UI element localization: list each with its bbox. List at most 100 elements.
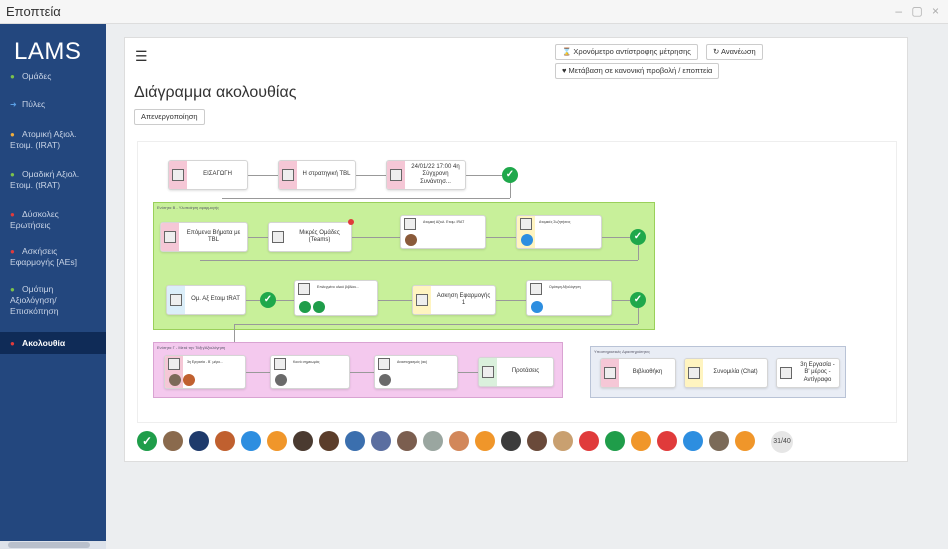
learner-count[interactable]: 31/40 <box>771 431 793 453</box>
learner-avatar[interactable] <box>527 431 547 451</box>
document-icon <box>172 169 184 181</box>
refresh-button[interactable]: ↻ Ανανέωση <box>706 44 763 60</box>
activity-intro[interactable]: ΕΙΣΑΓΩΓΗ <box>168 160 248 190</box>
main-area: ☰ ⌛ Χρονόμετρο αντίστροφης μέτρησης ↻ Αν… <box>106 24 948 549</box>
learner-avatar[interactable] <box>313 301 325 313</box>
zone-label: Ενότητα Β - Υλοποίηση εφαρμογής <box>157 205 220 210</box>
flow-arrow <box>378 300 412 301</box>
window-titlebar: Εποπτεία – ▢ × <box>0 0 948 24</box>
learner-avatar[interactable] <box>169 374 181 386</box>
learner-avatar[interactable] <box>319 431 339 451</box>
sidebar-item-application-exercises[interactable]: ● Ασκήσεις Εφαρμογής [AEs] <box>0 246 106 268</box>
countdown-timer-button[interactable]: ⌛ Χρονόμετρο αντίστροφης μέτρησης <box>555 44 698 60</box>
learners-bar: ✓ 31/40 <box>137 431 897 455</box>
activity-irat[interactable]: Ατομική Αξιολ. Ετοιμ. IRAT <box>400 215 486 249</box>
learner-avatar[interactable] <box>709 431 729 451</box>
activity-4th-meeting[interactable]: 24/01/22 17:00 4η Σύγχρονη Συνάντησ... <box>386 160 466 190</box>
gate-open-icon[interactable]: ✓ <box>502 167 518 183</box>
activity-label: Ασκηση Εφαρμογής 1 <box>436 292 491 307</box>
sidebar-item-difficult-questions[interactable]: ● Δύσκολες Ερωτήσεις <box>0 209 106 231</box>
activity-peer-review[interactable]: Ομότιμη Αξιολόγηση <box>526 280 612 316</box>
activity-label: Επιλεγμένο υλικό βιβλίου... <box>317 285 360 289</box>
learner-avatar[interactable] <box>521 234 533 246</box>
learner-avatar[interactable] <box>657 431 677 451</box>
document-icon <box>164 231 176 243</box>
learner-avatar[interactable] <box>189 431 209 451</box>
learner-avatar[interactable] <box>267 431 287 451</box>
sidebar-item-trat[interactable]: ● Ομαδική Αξιολ. Ετοιμ. (tRAT) <box>0 169 106 191</box>
switch-view-button[interactable]: ♥ Μετάβαση σε κανονική προβολή / εποπτεί… <box>555 63 720 79</box>
activity-book-material[interactable]: Επιλεγμένο υλικό βιβλίου... <box>294 280 378 316</box>
learner-avatar[interactable] <box>405 234 417 246</box>
learner-avatar[interactable] <box>215 431 235 451</box>
learner-avatar[interactable] <box>605 431 625 451</box>
sidebar-item-irat[interactable]: ● Ατομική Αξιολ. Ετοιμ. (IRAT) <box>0 129 106 151</box>
learner-avatar[interactable] <box>631 431 651 451</box>
learner-avatar[interactable] <box>183 374 195 386</box>
activity-assignment-copy[interactable]: 3η Εργασία - Β' μέρος - Αντίγραφο <box>776 358 840 388</box>
sidebar-item-peer-review[interactable]: ● Ομότιμη Αξιολόγηση/ Επισκόπηση <box>0 284 106 317</box>
activity-label: Ατομικές Συζητήσεις <box>539 220 571 224</box>
learner-avatar[interactable] <box>449 431 469 451</box>
activity-trat[interactable]: Ομ. Αξ Ετοιμ tRAT <box>166 285 246 315</box>
lams-logo: LAMS <box>14 38 82 65</box>
learner-avatar[interactable] <box>579 431 599 451</box>
page-title: Διάγραμμα ακολουθίας <box>134 84 297 101</box>
activity-shared-notes[interactable]: Κοινό σημειωμάς <box>270 355 350 389</box>
book-icon <box>298 283 310 295</box>
learner-avatar[interactable] <box>275 374 287 386</box>
learner-avatar[interactable] <box>735 431 755 451</box>
sidebar-item-groups[interactable]: ● Ομάδες <box>0 71 106 82</box>
sidebar-item-gates[interactable]: ➜ Πύλες <box>0 99 106 110</box>
activity-reflection[interactable]: Αναστοχασμός (ακ) <box>374 355 458 389</box>
sign-in-icon: ➜ <box>10 100 17 109</box>
window-controls[interactable]: – ▢ × <box>895 4 942 18</box>
deactivate-button[interactable]: Απενεργοποίηση <box>134 109 205 125</box>
activity-label: 3η Εργασία - Β΄ μέρο... <box>187 360 223 364</box>
activity-next-steps[interactable]: Επόμενα Βήματα με TBL <box>160 222 248 252</box>
flow-line <box>222 198 510 199</box>
activity-exercise-1[interactable]: Ασκηση Εφαρμογής 1 <box>412 285 496 315</box>
sidebar-item-label: Ασκήσεις Εφαρμογής [AEs] <box>10 246 78 267</box>
groups-icon <box>272 231 284 243</box>
learner-avatar[interactable] <box>423 431 443 451</box>
sidebar-item-sequence[interactable]: ● Ακολουθία <box>0 332 106 354</box>
learner-avatar[interactable] <box>501 431 521 451</box>
activity-individual-discussions[interactable]: Ατομικές Συζητήσεις <box>516 215 602 249</box>
activity-chat[interactable]: Συνομιλία (Chat) <box>684 358 768 388</box>
activity-label: Βιβλιοθήκη <box>632 369 663 376</box>
scrollbar-thumb[interactable] <box>8 542 90 548</box>
learner-avatar[interactable] <box>553 431 573 451</box>
checklist-icon <box>404 218 416 230</box>
learner-avatar[interactable] <box>293 431 313 451</box>
discussion-icon <box>520 218 532 230</box>
sidebar-scrollbar[interactable] <box>0 541 106 549</box>
notebook-icon <box>274 358 286 370</box>
gate-open-icon[interactable]: ✓ <box>630 292 646 308</box>
learner-avatar[interactable] <box>531 301 543 313</box>
sequence-icon: ● <box>10 339 15 348</box>
flow-arrow <box>276 300 294 301</box>
learner-avatar[interactable] <box>397 431 417 451</box>
completed-learners-icon[interactable]: ✓ <box>137 431 157 451</box>
activity-label: Ομότιμη Αξιολόγηση <box>549 285 581 289</box>
document-icon <box>168 358 180 370</box>
gate-open-icon[interactable]: ✓ <box>630 229 646 245</box>
gate-open-icon[interactable]: ✓ <box>260 292 276 308</box>
learner-avatar[interactable] <box>345 431 365 451</box>
learner-avatar[interactable] <box>475 431 495 451</box>
learner-avatar[interactable] <box>379 374 391 386</box>
learner-avatar[interactable] <box>683 431 703 451</box>
learner-avatar[interactable] <box>299 301 311 313</box>
hamburger-menu-icon[interactable]: ☰ <box>135 48 148 65</box>
activity-assignment-3[interactable]: 3η Εργασία - Β΄ μέρο... <box>164 355 246 389</box>
activity-tbl-strategy[interactable]: Η στρατηγική TBL <box>278 160 356 190</box>
activity-library[interactable]: Βιβλιοθήκη <box>600 358 676 388</box>
sidebar-item-label: Ομάδες <box>22 71 52 81</box>
activity-small-groups[interactable]: Μικρές Ομάδες (Teams) <box>268 222 352 252</box>
activity-suggestions[interactable]: Προτάσεις <box>478 357 554 387</box>
learner-avatar[interactable] <box>371 431 391 451</box>
learner-avatar[interactable] <box>163 431 183 451</box>
activity-label: Συνομιλία (Chat) <box>713 369 758 376</box>
learner-avatar[interactable] <box>241 431 261 451</box>
